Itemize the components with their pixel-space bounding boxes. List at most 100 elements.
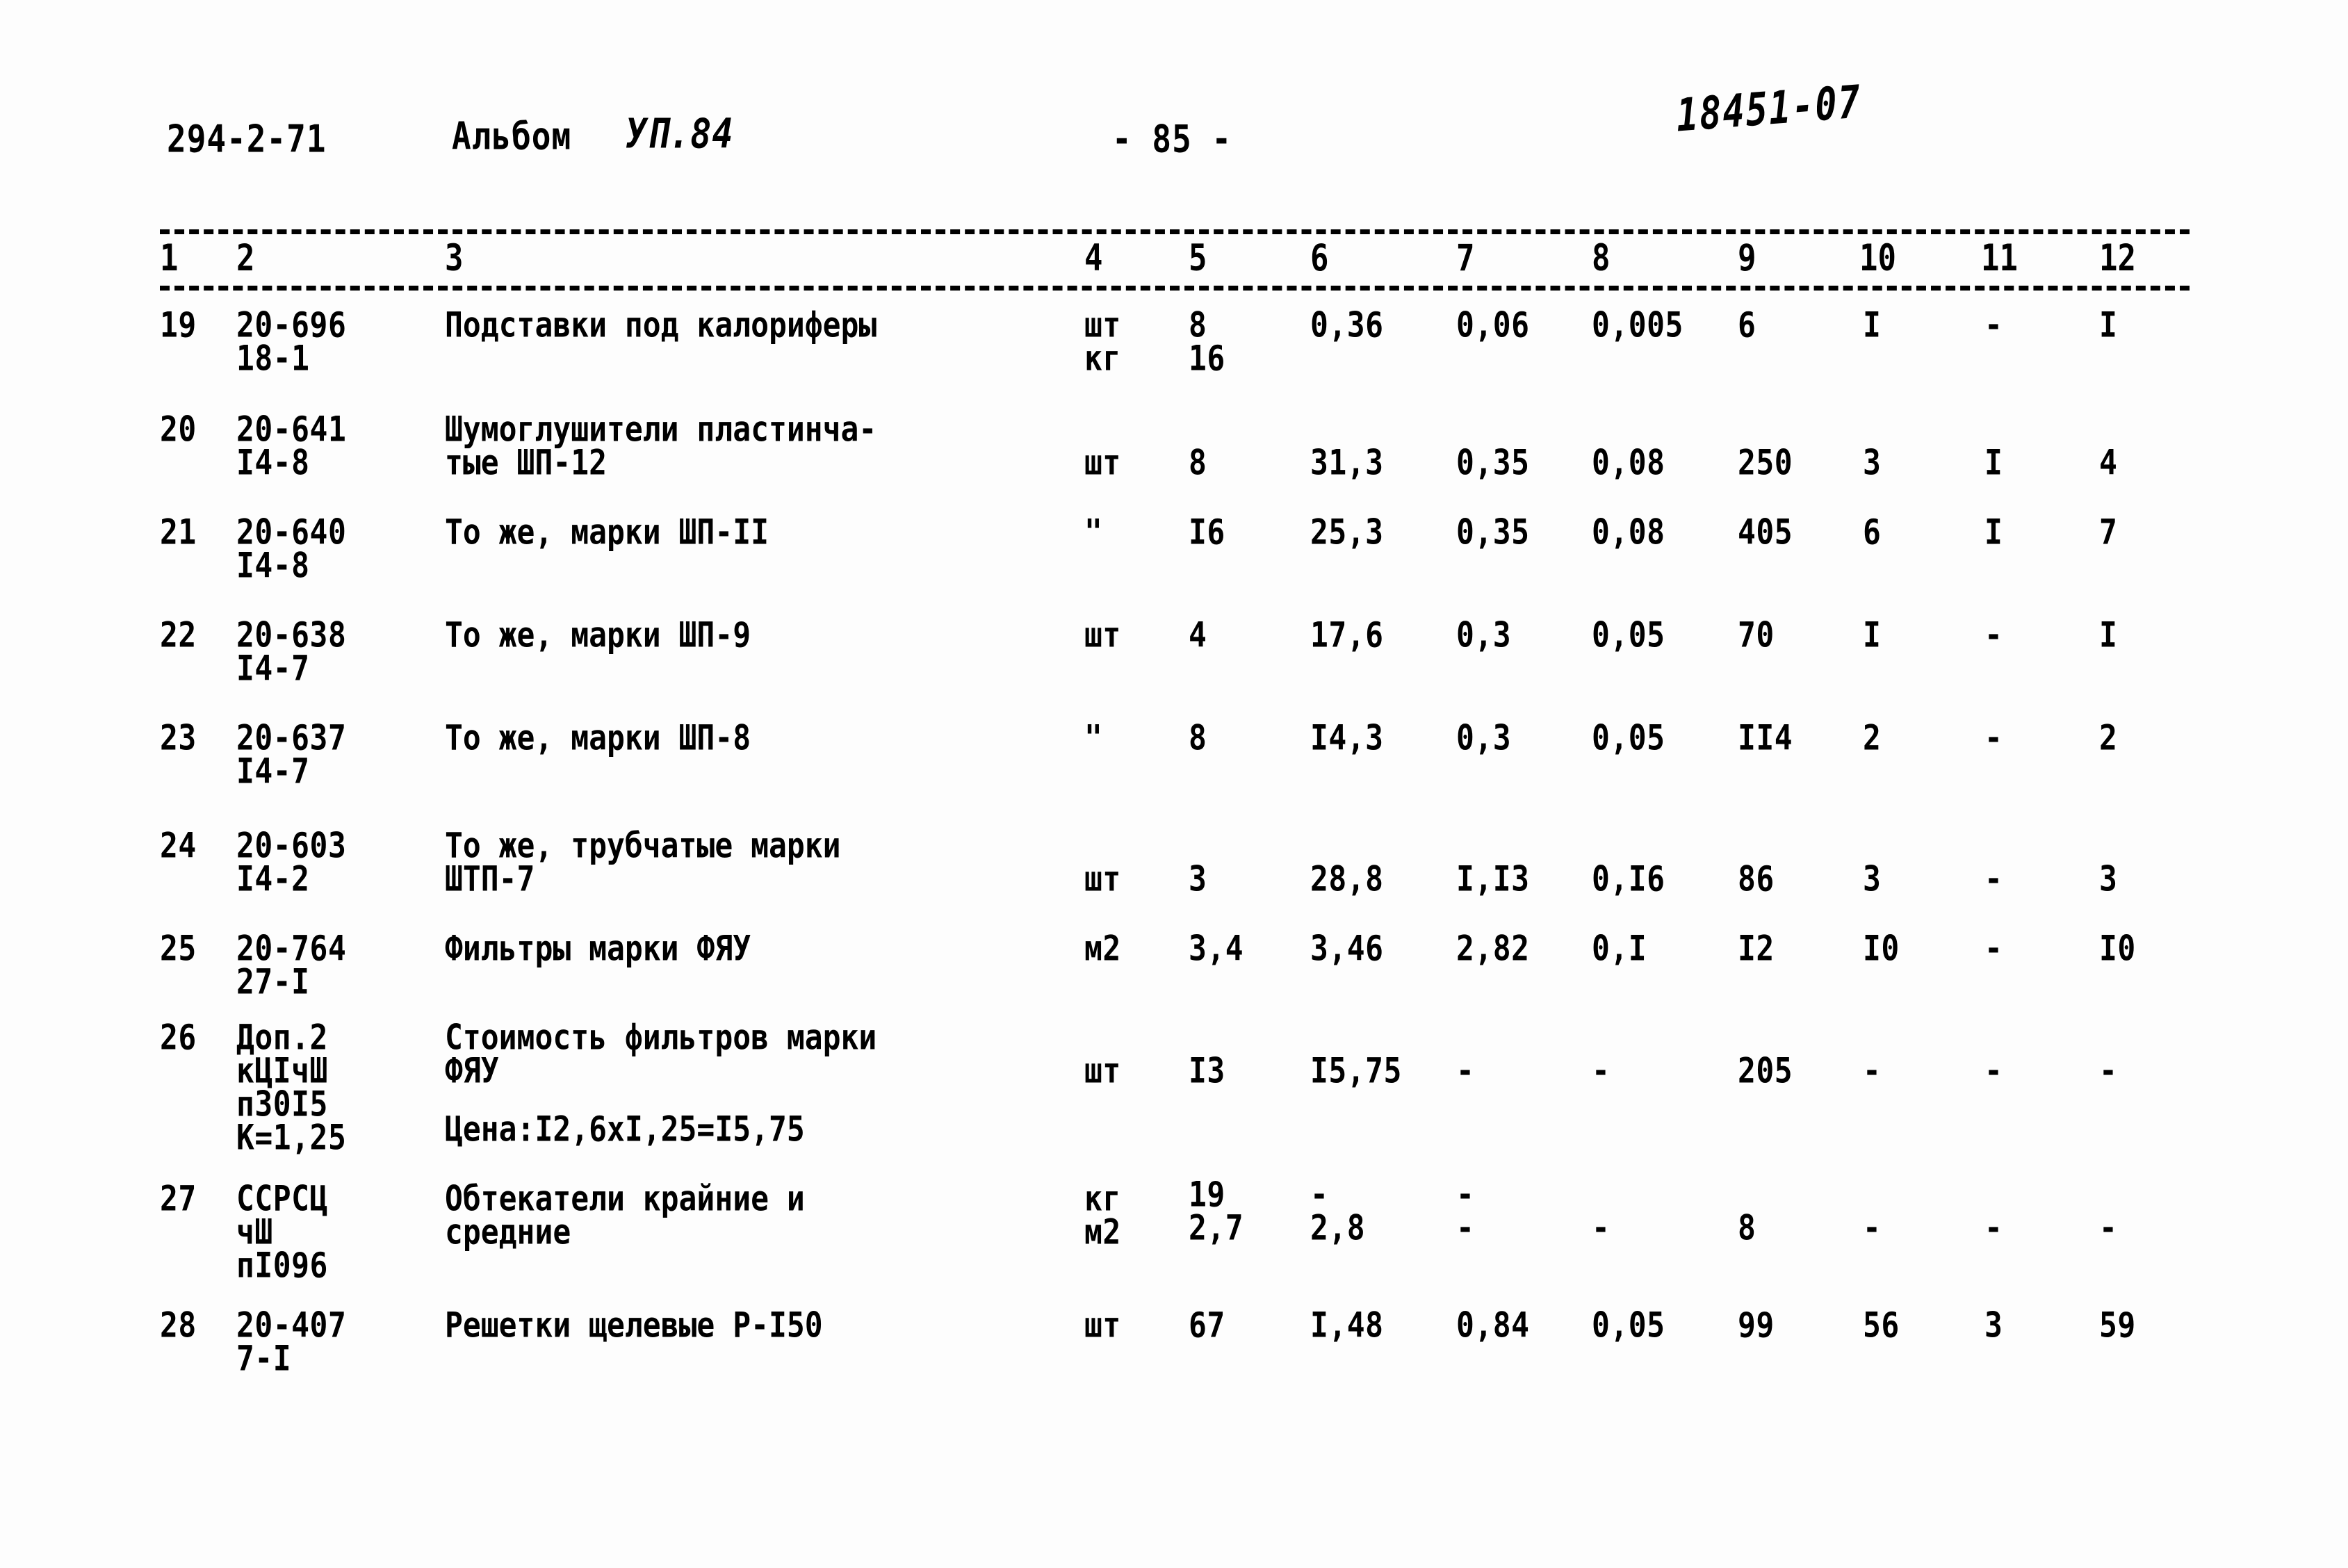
table-cell: 0,3 <box>1456 614 1512 656</box>
table-cell: Цена:I2,6xI,25=I5,75 <box>445 1109 805 1150</box>
table-cell: 0,36 <box>1310 304 1384 346</box>
document-page: 294-2-71 Альбом УП.84 - 85 - 18451-07 12… <box>0 0 2348 1568</box>
table-row: 20 20-641 I4-8 Шумоглушители пластинча-тые … <box>160 410 2190 513</box>
table-cell: шт <box>1084 442 1121 484</box>
table-cell: 16 <box>1189 338 1225 379</box>
table-cell: - <box>1984 304 2003 346</box>
table-cell: I <box>1863 304 1882 346</box>
table-row: 27 ССРСЦ чШ пI096 Обтекатели крайние и средни… <box>160 1175 2190 1306</box>
table-row: 21 20-640 I4-8 То же, марки ШП-II " I6 25,3 0,3… <box>160 513 2190 616</box>
table-cell: I4-2 <box>236 858 310 900</box>
table-cell: 0,05 <box>1592 614 1665 656</box>
column-number-10: 10 <box>1859 237 1896 280</box>
table-cell: 28,8 <box>1310 858 1384 900</box>
table-cell: - <box>1863 1207 1882 1249</box>
table-cell: II4 <box>1738 717 1793 759</box>
table-cell: I3 <box>1189 1050 1225 1092</box>
table-cell: кг <box>1084 338 1121 379</box>
table-cell: I4-7 <box>236 751 310 792</box>
table-cell: тые ШП-12 <box>445 442 607 484</box>
table-cell: 8 <box>1189 717 1207 759</box>
table-cell: 3 <box>1984 1305 2003 1346</box>
table-cell: 0,84 <box>1456 1305 1530 1346</box>
table-cell: 3,4 <box>1189 928 1244 970</box>
table-cell: 56 <box>1863 1305 1900 1346</box>
column-number-8: 8 <box>1592 237 1611 280</box>
table-cell: 18-1 <box>236 338 310 379</box>
column-number-2: 2 <box>236 237 255 280</box>
table-cell: ФЯУ <box>445 1050 499 1092</box>
table-cell: 86 <box>1738 858 1775 900</box>
table-cell: - <box>2099 1207 2118 1249</box>
table-cell: То же, марки ШП-9 <box>445 614 751 656</box>
table-cell: 0,I6 <box>1592 858 1665 900</box>
table-cell: " <box>1084 717 1103 759</box>
table-row: 28 20-407 7-I Решетки щелевые Р-I50 шт 67 I,48… <box>160 1306 2190 1396</box>
table-cell: То же, марки ШП-8 <box>445 717 751 759</box>
table-cell: I4-8 <box>236 545 310 587</box>
table-cell: I0 <box>2099 928 2136 970</box>
table-cell: Решетки щелевые Р-I50 <box>445 1305 823 1346</box>
table-cell: 8 <box>1738 1207 1756 1249</box>
table-cell: 0,35 <box>1456 512 1530 553</box>
table-cell: 19 <box>160 304 197 346</box>
table-cell: 59 <box>2099 1305 2136 1346</box>
table-cell: 67 <box>1189 1305 1225 1346</box>
table-cell: 6 <box>1738 304 1756 346</box>
table-cell: I4-7 <box>236 648 310 689</box>
column-number-11: 11 <box>1981 237 2018 280</box>
table-cell: ШТП-7 <box>445 858 535 900</box>
table-row: 23 20-637 I4-7 То же, марки ШП-8 " 8 I4,3 0,3 0,… <box>160 719 2190 826</box>
album-value: УП.84 <box>626 110 734 158</box>
table-cell: 20 <box>160 409 197 450</box>
table-cell: 0,06 <box>1456 304 1530 346</box>
table-cell: 4 <box>1189 614 1207 656</box>
table-cell: 0,05 <box>1592 717 1665 759</box>
table-cell: шт <box>1084 858 1121 900</box>
table-cell: - <box>1863 1050 1882 1092</box>
table-cell: I <box>1984 512 2003 553</box>
table-cell: I,48 <box>1310 1305 1384 1346</box>
table-cell: 0,08 <box>1592 442 1665 484</box>
document-code: 294-2-71 <box>167 117 327 161</box>
table-cell: 7-I <box>236 1338 292 1380</box>
table-cell: 0,35 <box>1456 442 1530 484</box>
table-cell: 3 <box>2099 858 2118 900</box>
table-cell: 23 <box>160 717 197 759</box>
table-row: 24 20-603 I4-2 То же, трубчатые марки ШТП-7 ш… <box>160 826 2190 929</box>
table-cell: 21 <box>160 512 197 553</box>
table-cell: 99 <box>1738 1305 1775 1346</box>
table-cell: 70 <box>1738 614 1775 656</box>
table-cell: 3 <box>1863 442 1882 484</box>
table-cell: пI096 <box>236 1245 328 1287</box>
table-cell: - <box>1984 1207 2003 1249</box>
table-cell: I4-8 <box>236 442 310 484</box>
column-number-9: 9 <box>1738 237 1756 280</box>
table-cell: м2 <box>1084 928 1121 970</box>
table-cell: I,I3 <box>1456 858 1530 900</box>
table-cell: 250 <box>1738 442 1793 484</box>
table-cell: 22 <box>160 614 197 656</box>
table-cell: 0,I <box>1592 928 1647 970</box>
table-cell: - <box>1984 1050 2003 1092</box>
table-cell: 25 <box>160 928 197 970</box>
table-cell: I <box>2099 614 2118 656</box>
table-row: 22 20-638 I4-7 То же, марки ШП-9 шт 4 17,6 0,3 0… <box>160 616 2190 719</box>
table-cell: I2 <box>1738 928 1775 970</box>
table-cell: - <box>1984 928 2003 970</box>
column-number-7: 7 <box>1456 237 1475 280</box>
table-cell: К=1,25 <box>236 1117 347 1159</box>
table-cell: 27 <box>160 1178 197 1220</box>
table-cell: 4 <box>2099 442 2118 484</box>
table-cell: Фильтры марки ФЯУ <box>445 928 751 970</box>
table-cell: 17,6 <box>1310 614 1384 656</box>
table-row: 19 20-696 18-1 Подставки под калориферы шт кг… <box>160 306 2190 410</box>
table-cell: шт <box>1084 1050 1121 1092</box>
table-cell: " <box>1084 512 1103 553</box>
table-cell: 31,3 <box>1310 442 1384 484</box>
column-number-6: 6 <box>1310 237 1329 280</box>
table-cell: 2,7 <box>1189 1207 1244 1249</box>
specification-table: 1 2 3 4 5 6 7 8 9 10 11 12 19 20-696 18-1 Подставки по… <box>160 229 2190 1378</box>
table-cell: 3 <box>1863 858 1882 900</box>
table-cell: I6 <box>1189 512 1225 553</box>
